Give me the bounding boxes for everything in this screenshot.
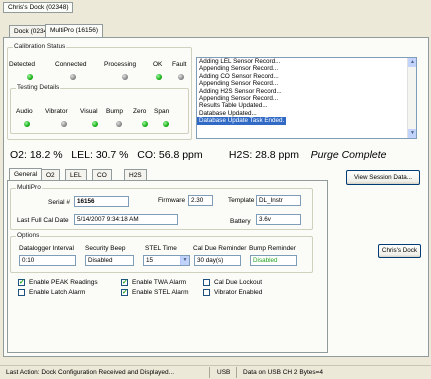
gas-readings: O2: 18.2 % LEL: 30.7 % CO: 56.8 ppm H2S:…: [10, 146, 420, 164]
bump-label: Bump: [106, 108, 123, 115]
vibrator-led: [61, 121, 67, 127]
log-line: Adding H2S Sensor Record...: [199, 87, 282, 95]
bump-reminder-field[interactable]: Disabled: [250, 255, 297, 266]
tab-multipro[interactable]: MultiPro (16156): [45, 24, 104, 37]
peak-readings-label: Enable PEAK Readings: [29, 279, 98, 286]
status-separator: [236, 367, 237, 378]
bump-reminder-label: Bump Reminder: [249, 245, 296, 252]
scroll-up-icon[interactable]: ▲: [408, 58, 416, 67]
stel-time-value: 15: [146, 257, 154, 264]
h2s-reading: H2S: 28.8 ppm: [228, 149, 299, 161]
calibration-status-label: Calibration Status: [13, 43, 67, 51]
vibrator-enabled-checkbox[interactable]: [203, 289, 210, 296]
chevron-down-icon[interactable]: ▼: [180, 256, 189, 265]
cal-due-lockout-label: Cal Due Lockout: [214, 279, 263, 286]
window-title: Chris's Dock (02348): [8, 4, 69, 11]
stel-alarm-checkbox[interactable]: ✓: [121, 289, 128, 296]
stel-alarm-label: Enable STEL Alarm: [132, 289, 189, 296]
purge-status: Purge Complete: [310, 149, 387, 161]
template-label: Template: [228, 197, 255, 204]
visual-label: Visual: [80, 108, 98, 115]
span-label: Span: [154, 108, 170, 115]
view-session-data-button[interactable]: View Session Data...: [346, 170, 420, 185]
cal-due-lockout-checkbox[interactable]: [203, 279, 210, 286]
detected-label: Detected: [9, 61, 36, 68]
processing-label: Processing: [104, 61, 137, 68]
security-beep-field[interactable]: Disabled: [85, 255, 134, 266]
status-separator: [209, 367, 210, 378]
options-group-label: Options: [16, 232, 41, 240]
testing-details-label: Testing Details: [16, 84, 61, 92]
lel-reading: LEL: 30.7 %: [71, 149, 129, 161]
scroll-down-icon[interactable]: ▼: [408, 129, 416, 138]
span-led: [163, 121, 169, 127]
latch-alarm-label: Enable Latch Alarm: [29, 289, 86, 296]
log-scrollbar[interactable]: ▲ ▼: [407, 58, 416, 138]
data-text: Data on USB CH 2 Bytes=4: [243, 369, 324, 376]
log-line: Appending Sensor Record...: [199, 95, 279, 103]
o2-reading: O2: 18.2 %: [10, 149, 63, 161]
datalogger-label: Datalogger Interval: [19, 245, 74, 252]
battery-field[interactable]: 3.6v: [256, 214, 301, 225]
last-action-text: Last Action: Dock Configuration Received…: [6, 369, 175, 376]
co-reading: CO: 56.8 ppm: [137, 149, 203, 161]
log-line: Adding CO Sensor Record...: [199, 72, 279, 80]
serial-label: Serial #: [48, 199, 71, 206]
last-cal-field[interactable]: 5/14/2007 9:34:18 AM: [74, 214, 178, 225]
tab-multipro-label: MultiPro (16156): [50, 27, 99, 34]
twa-alarm-label: Enable TWA Alarm: [132, 279, 187, 286]
tab-o2-label: O2: [46, 172, 55, 179]
tab-co-label: CO: [97, 172, 107, 179]
processing-led: [122, 74, 128, 80]
peak-readings-checkbox[interactable]: ✓: [18, 279, 25, 286]
serial-field[interactable]: 16156: [74, 196, 129, 207]
vibrator-enabled-label: Vibrator Enabled: [214, 289, 263, 296]
log-line: Appending Sensor Record...: [199, 65, 279, 73]
cal-due-field[interactable]: 30 day(s): [194, 255, 241, 266]
bump-led: [116, 121, 122, 127]
log-line: Adding LEL Sensor Record...: [199, 58, 281, 65]
ok-label: OK: [153, 61, 163, 68]
audio-label: Audio: [16, 108, 33, 115]
fault-led: [178, 74, 184, 80]
audio-led: [24, 121, 30, 127]
zero-led: [142, 121, 148, 127]
visual-led: [92, 121, 98, 127]
log-line: Appending Sensor Record...: [199, 80, 279, 88]
connected-led: [70, 74, 76, 80]
fault-label: Fault: [172, 61, 187, 68]
detected-led: [27, 74, 33, 80]
vibrator-label: Vibrator: [45, 108, 68, 115]
ok-led: [156, 74, 162, 80]
log-line: Database Updated...: [199, 109, 257, 117]
tab-h2s-label: H2S: [129, 172, 142, 179]
window-title-tab[interactable]: Chris's Dock (02348): [3, 2, 74, 13]
multipro-group-label: MultiPro: [16, 184, 42, 192]
log-line-selected: Database Update Task Ended.: [197, 117, 287, 125]
twa-alarm-checkbox[interactable]: ✓: [121, 279, 128, 286]
datalogger-field[interactable]: 0:10: [19, 255, 76, 266]
port-text: USB: [217, 369, 231, 376]
tab-lel-label: LEL: [70, 172, 82, 179]
stel-time-label: STEL Time: [145, 245, 177, 252]
tab-general-label: General: [14, 171, 38, 178]
latch-alarm-checkbox[interactable]: [18, 289, 25, 296]
firmware-field[interactable]: 2.30: [188, 195, 213, 206]
battery-label: Battery: [230, 218, 251, 225]
template-field[interactable]: DL_Instr: [256, 195, 301, 206]
log-listbox[interactable]: Adding LEL Sensor Record... Appending Se…: [196, 57, 417, 139]
connected-label: Connected: [55, 61, 87, 68]
stel-time-select[interactable]: 15 ▼: [143, 255, 190, 266]
dock-button[interactable]: Chris's Dock: [378, 244, 421, 258]
firmware-label: Firmware: [158, 197, 186, 204]
status-bar: Last Action: Dock Configuration Received…: [0, 365, 431, 379]
zero-label: Zero: [133, 108, 147, 115]
cal-due-label: Cal Due Reminder: [193, 245, 247, 252]
log-line: Results Table Updated...: [199, 102, 268, 110]
security-beep-label: Security Beep: [85, 245, 126, 252]
last-cal-label: Last Full Cal Date: [17, 217, 69, 224]
